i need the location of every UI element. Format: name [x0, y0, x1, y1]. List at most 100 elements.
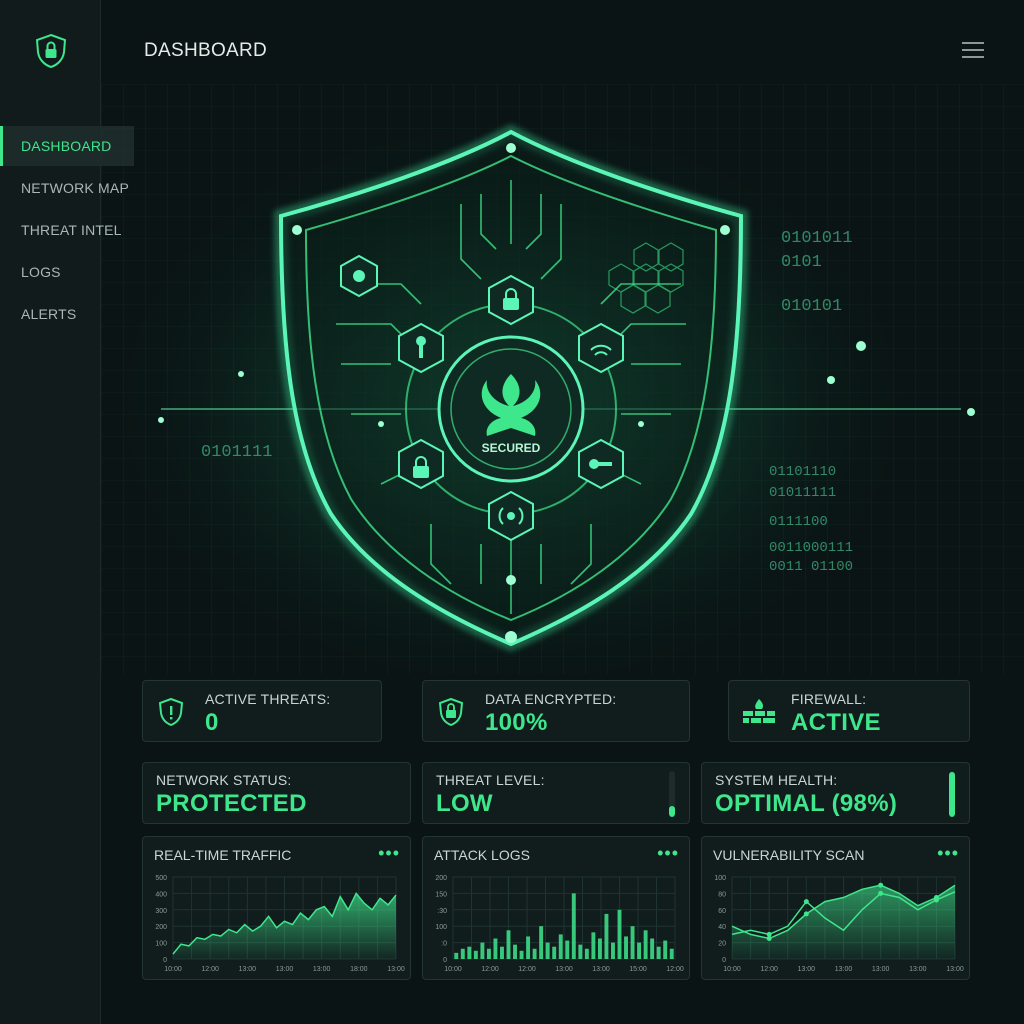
system-health-value: OPTIMAL (98%): [715, 790, 898, 817]
y-tick-label: 80: [718, 891, 726, 898]
active-threats-card[interactable]: ACTIVE THREATS: 0: [142, 680, 382, 742]
realtime-traffic-chart[interactable]: REAL-TIME TRAFFIC ••• 0 100 200 300 400 500 10…: [142, 836, 411, 980]
threat-level-card[interactable]: THREAT LEVEL: LOW: [422, 762, 690, 824]
y-tick-label: :30: [437, 908, 447, 915]
y-tick-label: 0: [722, 957, 726, 964]
attack-bar: [480, 942, 485, 959]
vulnerability-scan-chart[interactable]: VULNERABILITY SCAN ••• 0 20 40 60 80 100 10:00…: [701, 836, 970, 980]
firewall-card[interactable]: FIREWALL: ACTIVE: [728, 680, 970, 742]
attack-bar: [454, 952, 459, 959]
x-tick-label: 13:00: [555, 966, 573, 973]
active-threats-value: 0: [205, 709, 219, 736]
x-tick-label: 13:00: [835, 966, 853, 973]
y-tick-label: 150: [435, 891, 447, 898]
attack-bar: [467, 946, 472, 959]
attack-logs-bar-chart: 0:0 100:30 150 200 10:00 12:00 12:00 13:00 13:00…: [435, 875, 684, 973]
attack-bar: [597, 938, 602, 959]
x-tick-label: 15:00: [629, 966, 647, 973]
attack-bar: [669, 948, 674, 959]
attack-bar: [630, 926, 635, 959]
binary-text: 0111100: [769, 514, 828, 530]
x-tick-label: 18:00: [350, 966, 368, 973]
traffic-area-chart: 0 100 200 300 400 500 10:00 12:00 13:00 13:00 13:0…: [155, 875, 405, 973]
y-tick-label: 60: [718, 908, 726, 915]
x-tick-label: 13:00: [239, 966, 257, 973]
attack-bar: [473, 950, 478, 959]
vuln-point: [878, 882, 884, 888]
system-health-card[interactable]: SYSTEM HEALTH: OPTIMAL (98%): [701, 762, 970, 824]
y-tick-label: 400: [155, 891, 167, 898]
attack-bar: [460, 948, 465, 959]
attack-bar: [526, 936, 531, 959]
x-tick-label: 12:00: [201, 966, 219, 973]
more-options-icon[interactable]: •••: [937, 843, 959, 864]
y-tick-label: 0: [443, 957, 447, 964]
attack-bar: [643, 930, 648, 959]
attack-bar: [552, 946, 557, 959]
y-tick-label: 20: [718, 941, 726, 948]
binary-text: 010101: [781, 297, 842, 316]
threat-level-label: THREAT LEVEL:: [436, 772, 545, 788]
attack-bar: [650, 938, 655, 959]
data-encrypted-card[interactable]: DATA ENCRYPTED: 100%: [422, 680, 690, 742]
secured-label: SECURED: [482, 441, 541, 455]
security-shield-illustration: 0101011 0101 010101 0101111 01101110 010…: [101, 84, 1024, 674]
attack-bar: [558, 934, 563, 959]
x-tick-label: 12:00: [518, 966, 536, 973]
binary-text: 0011 01100: [769, 559, 853, 575]
attack-bar: [532, 948, 537, 959]
attack-bar: [513, 944, 517, 959]
threat-level-value: LOW: [436, 790, 493, 817]
vuln-point: [803, 911, 809, 917]
attack-bar: [493, 938, 498, 959]
binary-text: 0101111: [201, 443, 272, 462]
more-options-icon[interactable]: •••: [657, 843, 679, 864]
firewall-icon: [743, 699, 775, 723]
attack-bar: [500, 946, 504, 959]
attack-bar: [571, 893, 576, 959]
x-tick-label: 12:00: [760, 966, 778, 973]
binary-text: 01101110: [769, 464, 836, 480]
y-tick-label: 100: [714, 875, 726, 882]
sidebar: DASHBOARD NETWORK MAP THREAT INTEL LOGS …: [0, 0, 134, 1024]
attack-bar: [637, 942, 642, 959]
vuln-point: [878, 890, 884, 896]
attack-bar: [611, 942, 615, 959]
y-tick-label: 200: [155, 924, 167, 931]
binary-text: 01011111: [769, 485, 836, 501]
x-tick-label: 13:00: [387, 966, 405, 973]
x-tick-label: 10:00: [164, 966, 182, 973]
network-status-label: NETWORK STATUS:: [156, 772, 292, 788]
attack-logs-chart[interactable]: ATTACK LOGS ••• 0:0 100:30 150 200 10:00 12:0…: [422, 836, 690, 980]
attack-bar: [584, 948, 589, 959]
x-tick-label: 10:00: [444, 966, 462, 973]
data-encrypted-value: 100%: [485, 709, 548, 736]
vuln-point: [766, 931, 772, 937]
attack-bar: [506, 930, 511, 959]
x-tick-label: 13:00: [909, 966, 927, 973]
chart-title: VULNERABILITY SCAN: [713, 847, 865, 863]
shield-lock-icon[interactable]: [34, 33, 68, 69]
y-tick-label: :0: [441, 941, 447, 948]
data-encrypted-label: DATA ENCRYPTED:: [485, 691, 617, 707]
attack-bar: [578, 944, 583, 959]
hamburger-menu-icon[interactable]: [962, 42, 984, 60]
y-tick-label: 200: [435, 875, 447, 882]
y-tick-label: 0: [163, 957, 167, 964]
firewall-value: ACTIVE: [791, 709, 881, 736]
attack-bar: [565, 940, 570, 959]
x-tick-label: 13:00: [872, 966, 890, 973]
attack-bar: [486, 948, 491, 959]
system-health-label: SYSTEM HEALTH:: [715, 772, 838, 788]
x-tick-label: 13:00: [313, 966, 331, 973]
attack-bar: [617, 909, 622, 959]
binary-text: 0101011: [781, 229, 852, 248]
x-tick-label: 13:00: [798, 966, 816, 973]
chart-title: ATTACK LOGS: [434, 847, 530, 863]
network-status-value: PROTECTED: [156, 790, 307, 817]
firewall-label: FIREWALL:: [791, 691, 867, 707]
shield-alert-icon: [158, 697, 184, 727]
chart-title: REAL-TIME TRAFFIC: [154, 847, 292, 863]
more-options-icon[interactable]: •••: [378, 843, 400, 864]
network-status-card[interactable]: NETWORK STATUS: PROTECTED: [142, 762, 411, 824]
